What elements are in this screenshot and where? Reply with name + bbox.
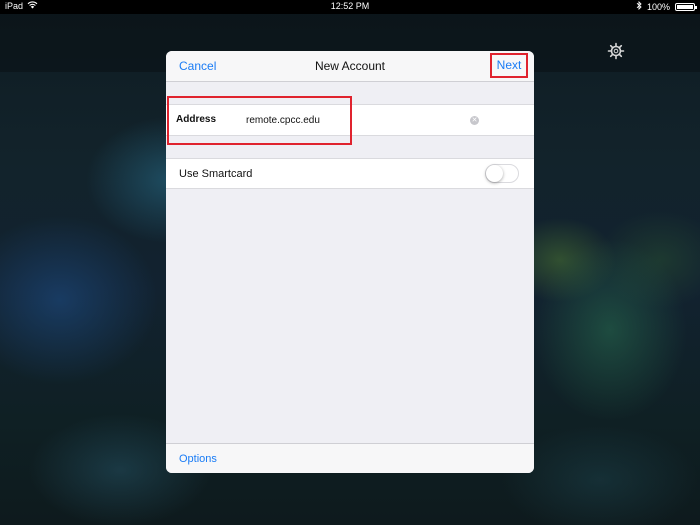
status-time: 12:52 PM [330,1,370,11]
gear-icon[interactable] [606,41,626,61]
clear-text-icon[interactable]: ✕ [470,116,479,125]
status-bar: iPad 12:52 PM 100% [0,0,700,14]
address-row[interactable]: Address remote.cpcc.edu ✕ [166,104,534,136]
smartcard-row: Use Smartcard [166,158,534,189]
dialog-footer: Options [166,443,534,473]
options-button[interactable]: Options [179,453,217,465]
dialog-title: New Account [314,59,386,73]
bluetooth-icon [636,0,642,12]
next-button[interactable]: Next [490,53,528,78]
smartcard-label: Use Smartcard [179,168,253,180]
smartcard-toggle[interactable] [485,164,519,183]
address-label: Address [176,114,217,125]
battery-percent: 100% [646,1,670,12]
dialog-nav-bar: Cancel New Account Next [166,51,534,82]
battery-icon [675,2,697,11]
new-account-dialog: Cancel New Account Next Address remote.c… [166,51,534,473]
toggle-knob [486,165,503,182]
address-input[interactable]: remote.cpcc.edu [246,115,320,126]
